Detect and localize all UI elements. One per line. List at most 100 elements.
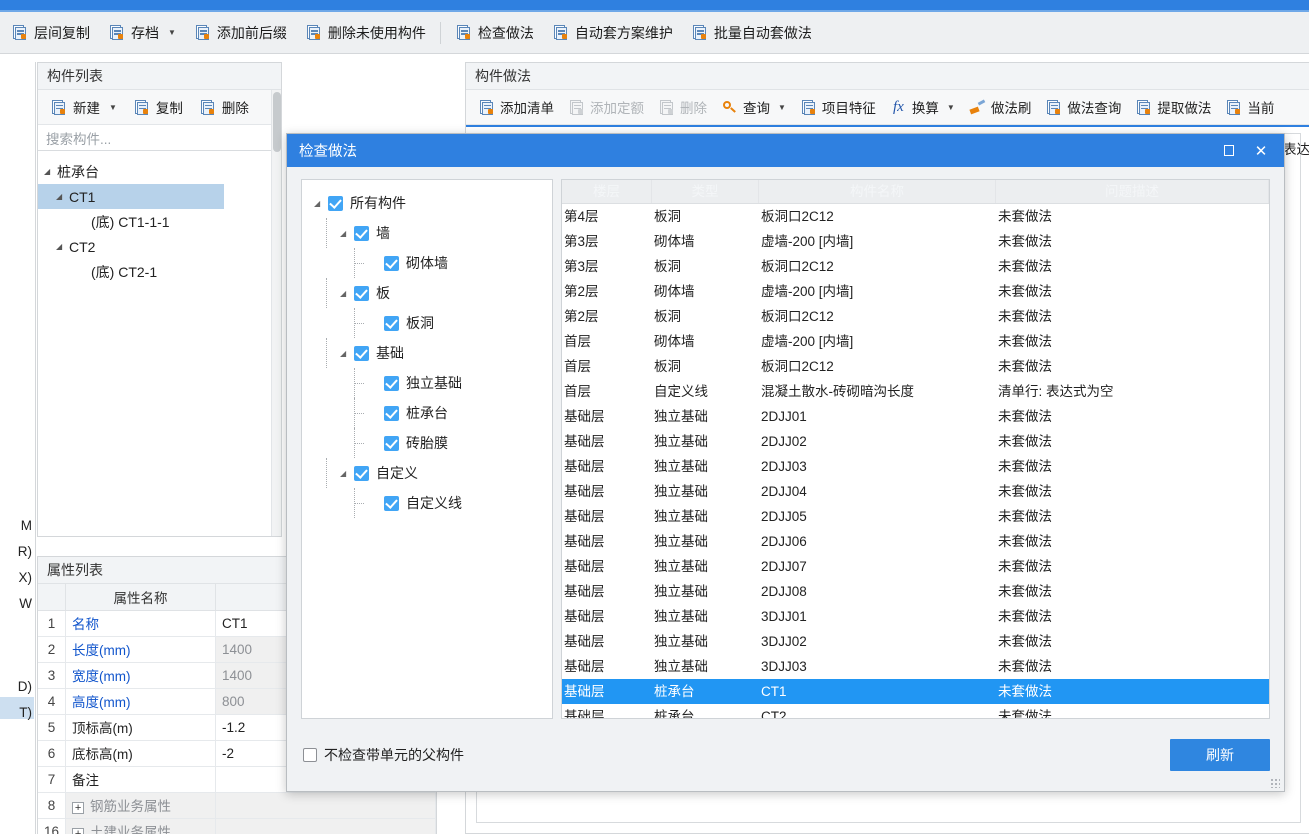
toolbar-auto-scheme[interactable]: 自动套方案维护	[543, 20, 682, 46]
scrollbar-thumb[interactable]	[273, 92, 281, 152]
results-table-row[interactable]: 首层 自定义线 混凝土散水-砖砌暗沟长度 清单行: 表达式为空	[562, 379, 1269, 404]
skip-parent-checkbox-box[interactable]	[303, 748, 317, 762]
results-table-row[interactable]: 首层 砌体墙 虚墙-200 [内墙] 未套做法	[562, 329, 1269, 354]
filter-tree-item[interactable]: 桩承台	[302, 398, 552, 428]
component-tree-item[interactable]: ◢ 桩承台	[38, 159, 281, 184]
work-search-button[interactable]: 查询 ▼	[714, 94, 793, 120]
filter-checkbox[interactable]	[354, 345, 369, 361]
expand-arrow-icon[interactable]: ◢	[314, 199, 328, 208]
filter-checkbox[interactable]	[384, 255, 399, 271]
work-method-query-button[interactable]: 做法查询	[1038, 94, 1128, 120]
property-value[interactable]	[215, 818, 436, 834]
results-table-row[interactable]: 第3层 砌体墙 虚墙-200 [内墙] 未套做法	[562, 229, 1269, 254]
filter-checkbox[interactable]	[328, 195, 343, 211]
component-tree-item[interactable]: (底) CT2-1	[38, 259, 281, 284]
chevron-down-icon[interactable]: ▼	[168, 28, 176, 37]
chevron-down-icon[interactable]: ▼	[947, 103, 955, 112]
chevron-down-icon[interactable]: ▼	[109, 103, 117, 112]
results-col-issue[interactable]: 问题描述	[996, 180, 1269, 203]
component-copy-button[interactable]: 复制	[126, 94, 190, 120]
filter-tree-item[interactable]: ◢ 自定义	[302, 458, 552, 488]
results-table-row[interactable]: 基础层 独立基础 2DJJ01 未套做法	[562, 404, 1269, 429]
chevron-down-icon[interactable]: ▼	[778, 103, 786, 112]
filter-tree-item[interactable]: ◢ 所有构件	[302, 188, 552, 218]
work-fx-button[interactable]: fx 换算 ▼	[883, 94, 962, 120]
cell-type: 板洞	[654, 309, 681, 324]
results-table-row[interactable]: 基础层 桩承台 CT1 未套做法	[562, 679, 1269, 704]
results-col-name[interactable]: 构件名称	[759, 180, 996, 203]
expand-arrow-icon[interactable]: ◢	[56, 192, 69, 201]
filter-checkbox[interactable]	[384, 405, 399, 421]
filter-tree-item[interactable]: 独立基础	[302, 368, 552, 398]
results-table-row[interactable]: 第2层 砌体墙 虚墙-200 [内墙] 未套做法	[562, 279, 1269, 304]
toolbar-delete-unused[interactable]: 删除未使用构件	[296, 20, 435, 46]
component-tree-item[interactable]: ◢ CT1	[38, 184, 224, 209]
filter-checkbox[interactable]	[384, 495, 399, 511]
results-col-type[interactable]: 类型	[652, 180, 759, 203]
property-row[interactable]: 16 + 土建业务属性	[38, 818, 436, 834]
component-new-file-button[interactable]: 新建 ▼	[43, 94, 124, 120]
results-table-row[interactable]: 第3层 板洞 板洞口2C12 未套做法	[562, 254, 1269, 279]
work-current-button[interactable]: 当前	[1218, 94, 1281, 120]
close-icon[interactable]: ✕	[1246, 136, 1276, 166]
toolbar-check-method[interactable]: 检查做法	[446, 20, 543, 46]
results-table-row[interactable]: 基础层 独立基础 2DJJ06 未套做法	[562, 529, 1269, 554]
work-method-brush-button[interactable]: 做法刷	[962, 94, 1039, 120]
expand-arrow-icon[interactable]: ◢	[340, 349, 354, 358]
search-input[interactable]: 搜索构件...	[38, 125, 281, 151]
results-table-row[interactable]: 基础层 独立基础 2DJJ05 未套做法	[562, 504, 1269, 529]
results-table-row[interactable]: 基础层 独立基础 3DJJ01 未套做法	[562, 604, 1269, 629]
results-table-row[interactable]: 基础层 独立基础 3DJJ03 未套做法	[562, 654, 1269, 679]
results-table-row[interactable]: 第2层 板洞 板洞口2C12 未套做法	[562, 304, 1269, 329]
toolbar-archive[interactable]: 存档 ▼	[99, 20, 185, 46]
component-delete-button[interactable]: 删除	[192, 94, 256, 120]
work-add-list-button[interactable]: 添加清单	[471, 94, 561, 120]
toolbar-copy-between-floors[interactable]: 层间复制	[2, 20, 99, 46]
component-list-scrollbar[interactable]	[271, 90, 281, 536]
filter-tree-item[interactable]: 砌体墙	[302, 248, 552, 278]
filter-checkbox[interactable]	[384, 375, 399, 391]
filter-tree-item[interactable]: ◢ 基础	[302, 338, 552, 368]
filter-tree-item[interactable]: ◢ 板	[302, 278, 552, 308]
component-tree-item[interactable]: (底) CT1-1-1	[38, 209, 281, 234]
results-col-floor[interactable]: 楼层	[562, 180, 652, 203]
property-row[interactable]: 8 + 钢筋业务属性	[38, 792, 436, 819]
results-table-row[interactable]: 基础层 独立基础 2DJJ03 未套做法	[562, 454, 1269, 479]
resize-grip[interactable]	[1270, 778, 1280, 788]
results-table-row[interactable]: 基础层 独立基础 3DJJ02 未套做法	[562, 629, 1269, 654]
results-table-row[interactable]: 基础层 独立基础 2DJJ08 未套做法	[562, 579, 1269, 604]
expand-arrow-icon[interactable]: ◢	[44, 167, 57, 176]
property-value[interactable]	[215, 792, 436, 819]
cell-name: 2DJJ06	[761, 534, 807, 549]
expand-arrow-icon[interactable]: ◢	[340, 229, 354, 238]
results-table-row[interactable]: 基础层 独立基础 2DJJ02 未套做法	[562, 429, 1269, 454]
results-table-row[interactable]: 基础层 独立基础 2DJJ07 未套做法	[562, 554, 1269, 579]
work-project-feature-button[interactable]: 项目特征	[793, 94, 883, 120]
skip-parent-checkbox[interactable]: 不检查带单元的父构件	[303, 745, 464, 765]
refresh-button[interactable]: 刷新	[1170, 739, 1270, 771]
filter-tree-item[interactable]: ◢ 墙	[302, 218, 552, 248]
property-index: 8	[38, 792, 67, 819]
filter-tree-item[interactable]: 板洞	[302, 308, 552, 338]
filter-tree-item[interactable]: 砖胎膜	[302, 428, 552, 458]
expand-arrow-icon[interactable]: ◢	[56, 242, 69, 251]
maximize-icon[interactable]	[1214, 136, 1244, 166]
expand-icon[interactable]: +	[72, 802, 85, 814]
toolbar-add-prefix-suffix[interactable]: 添加前后缀	[185, 20, 296, 46]
work-extract-method-button[interactable]: 提取做法	[1128, 94, 1218, 120]
component-tree-item[interactable]: ◢ CT2	[38, 234, 281, 259]
filter-checkbox[interactable]	[354, 465, 369, 481]
expand-arrow-icon[interactable]: ◢	[340, 469, 354, 478]
filter-tree-item[interactable]: 自定义线	[302, 488, 552, 518]
filter-checkbox[interactable]	[384, 315, 399, 331]
expand-icon[interactable]: +	[72, 828, 85, 834]
results-table-row[interactable]: 基础层 桩承台 CT2 未套做法	[562, 704, 1269, 718]
toolbar-batch-auto[interactable]: 批量自动套做法	[682, 20, 821, 46]
expand-arrow-icon[interactable]: ◢	[340, 289, 354, 298]
results-table-row[interactable]: 基础层 独立基础 2DJJ04 未套做法	[562, 479, 1269, 504]
filter-checkbox[interactable]	[354, 285, 369, 301]
filter-checkbox[interactable]	[384, 435, 399, 451]
results-table-row[interactable]: 首层 板洞 板洞口2C12 未套做法	[562, 354, 1269, 379]
results-table-row[interactable]: 第4层 板洞 板洞口2C12 未套做法	[562, 204, 1269, 229]
filter-checkbox[interactable]	[354, 225, 369, 241]
